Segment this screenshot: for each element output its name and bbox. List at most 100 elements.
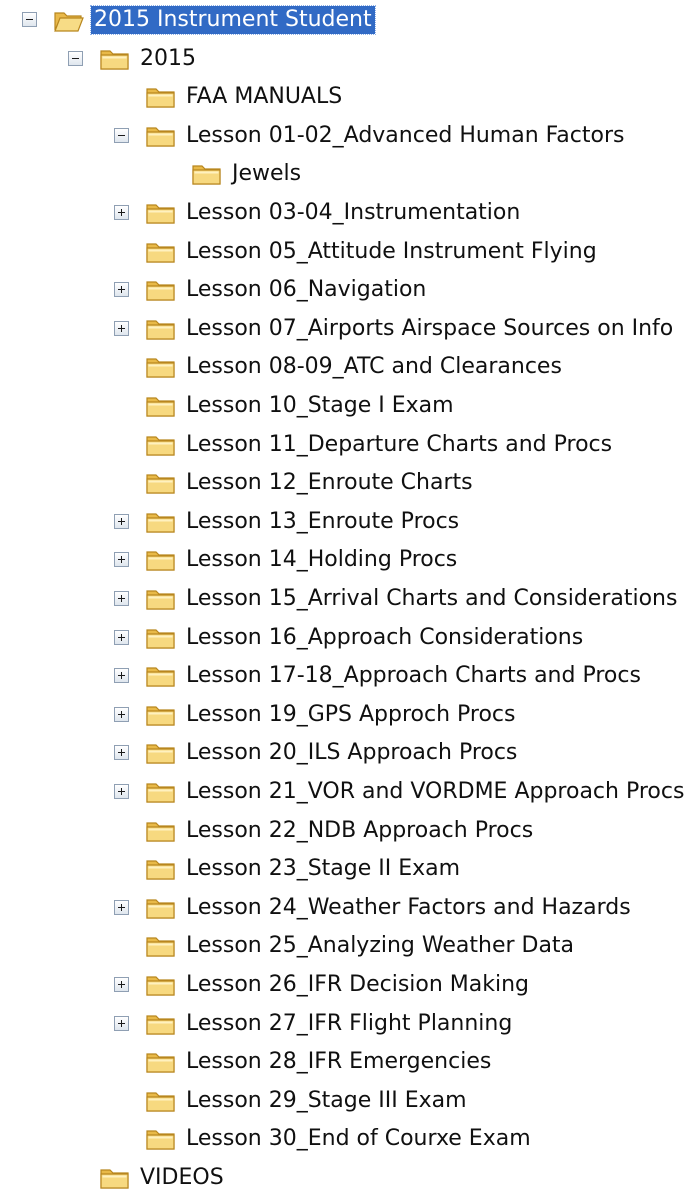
folder-icon bbox=[145, 857, 176, 881]
folder-icon bbox=[145, 896, 176, 920]
tree-item[interactable]: Lesson 29_Stage III Exam bbox=[0, 1084, 696, 1118]
tree-item-label[interactable]: 2015 bbox=[137, 45, 199, 73]
tree-item-label[interactable]: FAA MANUALS bbox=[183, 83, 345, 111]
tree-item[interactable]: Lesson 25_Analyzing Weather Data bbox=[0, 929, 696, 963]
folder-icon bbox=[145, 1012, 176, 1036]
folder-icon bbox=[145, 510, 176, 534]
tree-item[interactable]: VIDEOS bbox=[0, 1161, 696, 1195]
tree-item[interactable]: Lesson 14_Holding Procs bbox=[0, 543, 696, 577]
tree-item-label[interactable]: Jewels bbox=[229, 160, 304, 188]
tree-root-item[interactable]: 2015 Instrument Student bbox=[0, 3, 696, 37]
tree-item[interactable]: Lesson 07_Airports Airspace Sources on I… bbox=[0, 312, 696, 346]
folder-icon bbox=[145, 587, 176, 611]
folder-tree[interactable]: 2015 Instrument Student 2015 FAA MANUALS Le… bbox=[0, 0, 696, 1190]
tree-item-label[interactable]: Lesson 14_Holding Procs bbox=[183, 546, 460, 574]
expand-toggle-icon[interactable] bbox=[114, 320, 129, 336]
tree-item[interactable]: Lesson 27_IFR Flight Planning bbox=[0, 1007, 696, 1041]
tree-item-label[interactable]: Lesson 19_GPS Approch Procs bbox=[183, 701, 518, 729]
folder-icon bbox=[145, 626, 176, 650]
folder-icon bbox=[99, 1166, 130, 1190]
folder-icon bbox=[145, 124, 176, 148]
tree-item-label[interactable]: Lesson 03-04_Instrumentation bbox=[183, 199, 523, 227]
collapse-toggle-icon[interactable] bbox=[68, 50, 83, 66]
expand-toggle-icon[interactable] bbox=[114, 629, 129, 645]
tree-item-label[interactable]: Lesson 24_Weather Factors and Hazards bbox=[183, 894, 634, 922]
expand-toggle-icon[interactable] bbox=[114, 205, 129, 220]
tree-item[interactable]: Jewels bbox=[0, 157, 696, 191]
tree-item[interactable]: Lesson 28_IFR Emergencies bbox=[0, 1045, 696, 1079]
tree-item[interactable]: Lesson 05_Attitude Instrument Flying bbox=[0, 235, 696, 269]
tree-item-label[interactable]: Lesson 20_ILS Approach Procs bbox=[183, 739, 520, 767]
tree-item-label[interactable]: 2015 Instrument Student bbox=[90, 5, 376, 35]
expand-toggle-icon[interactable] bbox=[114, 745, 129, 761]
tree-item-label[interactable]: Lesson 12_Enroute Charts bbox=[183, 469, 476, 497]
expand-toggle-icon[interactable] bbox=[114, 899, 129, 915]
tree-item[interactable]: Lesson 01-02_Advanced Human Factors bbox=[0, 119, 696, 153]
expand-toggle-icon[interactable] bbox=[114, 513, 129, 529]
folder-icon bbox=[145, 433, 176, 457]
tree-item-label[interactable]: VIDEOS bbox=[137, 1164, 227, 1192]
tree-item[interactable]: Lesson 08-09_ATC and Clearances bbox=[0, 350, 696, 384]
tree-item[interactable]: FAA MANUALS bbox=[0, 80, 696, 114]
expand-toggle-icon[interactable] bbox=[114, 282, 129, 298]
tree-item-label[interactable]: Lesson 01-02_Advanced Human Factors bbox=[183, 122, 627, 150]
tree-item[interactable]: Lesson 11_Departure Charts and Procs bbox=[0, 428, 696, 462]
tree-item[interactable]: 2015 bbox=[0, 42, 696, 76]
expand-toggle-icon[interactable] bbox=[114, 1015, 129, 1031]
expand-toggle-icon[interactable] bbox=[114, 552, 129, 568]
tree-item-label[interactable]: Lesson 29_Stage III Exam bbox=[183, 1087, 470, 1115]
tree-item-label[interactable]: Lesson 08-09_ATC and Clearances bbox=[183, 353, 565, 381]
folder-icon bbox=[145, 355, 176, 379]
tree-item-label[interactable]: Lesson 17-18_Approach Charts and Procs bbox=[183, 662, 644, 690]
folder-icon bbox=[145, 201, 176, 225]
tree-item[interactable]: Lesson 24_Weather Factors and Hazards bbox=[0, 891, 696, 925]
expand-toggle-icon[interactable] bbox=[114, 706, 129, 722]
tree-item-label[interactable]: Lesson 23_Stage II Exam bbox=[183, 855, 463, 883]
tree-item-label[interactable]: Lesson 30_End of Courxe Exam bbox=[183, 1125, 534, 1153]
folder-icon bbox=[145, 317, 176, 341]
tree-item[interactable]: Lesson 15_Arrival Charts and Considerati… bbox=[0, 582, 696, 616]
tree-item-label[interactable]: Lesson 10_Stage I Exam bbox=[183, 392, 457, 420]
folder-icon bbox=[145, 394, 176, 418]
tree-item-label[interactable]: Lesson 27_IFR Flight Planning bbox=[183, 1010, 515, 1038]
tree-item-label[interactable]: Lesson 15_Arrival Charts and Considerati… bbox=[183, 585, 680, 613]
tree-item-label[interactable]: Lesson 07_Airports Airspace Sources on I… bbox=[183, 315, 676, 343]
collapse-toggle-icon[interactable] bbox=[22, 12, 37, 27]
tree-item-label[interactable]: Lesson 22_NDB Approach Procs bbox=[183, 817, 536, 845]
tree-item[interactable]: Lesson 23_Stage II Exam bbox=[0, 852, 696, 886]
folder-icon bbox=[145, 471, 176, 495]
tree-item-label[interactable]: Lesson 16_Approach Considerations bbox=[183, 624, 586, 652]
folder-icon bbox=[145, 240, 176, 264]
folder-icon bbox=[191, 162, 222, 186]
expand-toggle-icon[interactable] bbox=[114, 784, 129, 799]
tree-item[interactable]: Lesson 06_Navigation bbox=[0, 273, 696, 307]
expand-toggle-icon[interactable] bbox=[114, 977, 129, 992]
tree-item[interactable]: Lesson 16_Approach Considerations bbox=[0, 621, 696, 655]
folder-open-icon bbox=[53, 8, 84, 32]
tree-item[interactable]: Lesson 19_GPS Approch Procs bbox=[0, 698, 696, 732]
tree-item-label[interactable]: Lesson 06_Navigation bbox=[183, 276, 429, 304]
tree-item[interactable]: Lesson 20_ILS Approach Procs bbox=[0, 736, 696, 770]
tree-item-label[interactable]: Lesson 11_Departure Charts and Procs bbox=[183, 431, 615, 459]
tree-item-label[interactable]: Lesson 25_Analyzing Weather Data bbox=[183, 932, 577, 960]
tree-item[interactable]: Lesson 26_IFR Decision Making bbox=[0, 968, 696, 1002]
tree-item[interactable]: Lesson 13_Enroute Procs bbox=[0, 505, 696, 539]
tree-item[interactable]: Lesson 30_End of Courxe Exam bbox=[0, 1122, 696, 1156]
tree-item-label[interactable]: Lesson 26_IFR Decision Making bbox=[183, 971, 532, 999]
tree-item[interactable]: Lesson 12_Enroute Charts bbox=[0, 466, 696, 500]
tree-item[interactable]: Lesson 03-04_Instrumentation bbox=[0, 196, 696, 230]
tree-item-label[interactable]: Lesson 13_Enroute Procs bbox=[183, 508, 462, 536]
expand-toggle-icon[interactable] bbox=[114, 591, 129, 606]
expand-toggle-icon[interactable] bbox=[114, 668, 129, 684]
tree-item[interactable]: Lesson 21_VOR and VORDME Approach Procs bbox=[0, 775, 696, 809]
tree-item[interactable]: Lesson 22_NDB Approach Procs bbox=[0, 814, 696, 848]
folder-icon bbox=[145, 278, 176, 302]
folder-icon bbox=[145, 548, 176, 572]
folder-icon bbox=[145, 934, 176, 958]
tree-item[interactable]: Lesson 17-18_Approach Charts and Procs bbox=[0, 659, 696, 693]
collapse-toggle-icon[interactable] bbox=[114, 127, 129, 143]
tree-item[interactable]: Lesson 10_Stage I Exam bbox=[0, 389, 696, 423]
tree-item-label[interactable]: Lesson 05_Attitude Instrument Flying bbox=[183, 238, 600, 266]
tree-item-label[interactable]: Lesson 28_IFR Emergencies bbox=[183, 1048, 494, 1076]
tree-item-label[interactable]: Lesson 21_VOR and VORDME Approach Procs bbox=[183, 778, 687, 806]
